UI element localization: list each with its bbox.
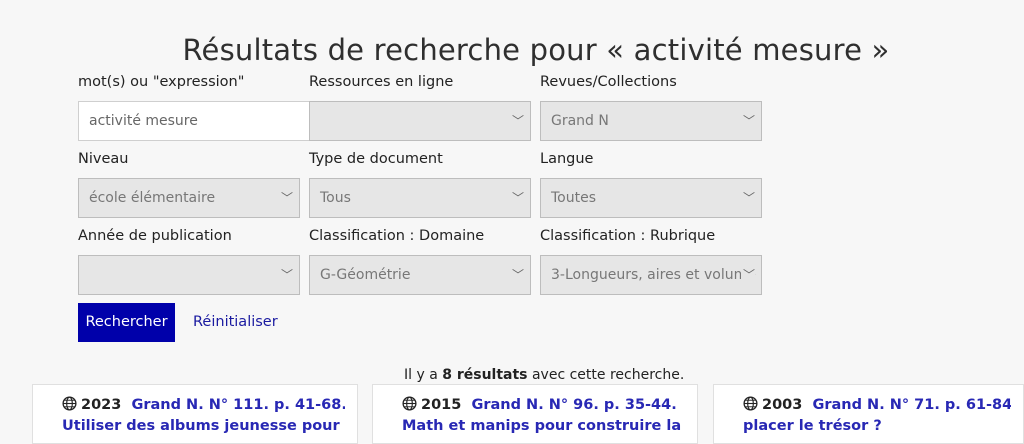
keywords-input[interactable]: activité mesure bbox=[78, 101, 310, 141]
chevron-down-icon: ﹀ bbox=[740, 256, 755, 294]
result-title[interactable]: Utiliser des albums jeunesse pour bbox=[62, 416, 345, 437]
language-value: Toutes bbox=[551, 190, 597, 206]
chevron-down-icon: ﹀ bbox=[280, 191, 293, 205]
domain-label: Classification : Domaine bbox=[309, 228, 485, 244]
chevron-down-icon: ﹀ bbox=[742, 191, 755, 205]
journals-select[interactable]: Grand N ﹀ bbox=[540, 101, 762, 141]
doctype-select[interactable]: Tous ﹀ bbox=[309, 178, 531, 218]
result-link[interactable]: Grand N. N° 96. p. 35-44. bbox=[471, 397, 676, 413]
globe-icon bbox=[743, 396, 758, 411]
result-year: 2015 bbox=[421, 397, 462, 413]
language-label: Langue bbox=[540, 151, 594, 167]
result-link[interactable]: Grand N. N° 111. p. 41-68. bbox=[131, 397, 345, 413]
journals-label: Revues/Collections bbox=[540, 74, 677, 90]
rubric-value: 3-Longueurs, aires et volume bbox=[551, 267, 756, 283]
doctype-label: Type de document bbox=[309, 151, 443, 167]
chevron-down-icon: ﹀ bbox=[511, 114, 524, 128]
reset-button[interactable]: Réinitialiser bbox=[193, 314, 278, 330]
online-resources-select[interactable]: ﹀ bbox=[309, 101, 531, 141]
globe-icon bbox=[62, 396, 77, 411]
rubric-select[interactable]: 3-Longueurs, aires et volume ﹀ bbox=[540, 255, 762, 295]
domain-select[interactable]: G-Géométrie ﹀ bbox=[309, 255, 531, 295]
level-value: école élémentaire bbox=[89, 190, 216, 206]
rubric-label: Classification : Rubrique bbox=[540, 228, 716, 244]
results-count: Il y a 8 résultats avec cette recherche. bbox=[404, 367, 684, 383]
keywords-input-placeholder: activité mesure bbox=[89, 113, 198, 129]
chevron-down-icon: ﹀ bbox=[511, 268, 524, 282]
result-card[interactable]: 2015 Grand N. N° 96. p. 35-44. Math et m… bbox=[372, 384, 698, 444]
result-title[interactable]: placer le trésor ? bbox=[743, 416, 1011, 437]
chevron-down-icon: ﹀ bbox=[511, 191, 524, 205]
online-resources-label: Ressources en ligne bbox=[309, 74, 454, 90]
chevron-down-icon: ﹀ bbox=[280, 268, 293, 282]
chevron-down-icon: ﹀ bbox=[742, 114, 755, 128]
level-label: Niveau bbox=[78, 151, 129, 167]
year-label: Année de publication bbox=[78, 228, 232, 244]
result-year: 2003 bbox=[762, 397, 803, 413]
result-card[interactable]: 2003 Grand N. N° 71. p. 61-84. Où placer… bbox=[713, 384, 1024, 444]
results-prefix: Il y a bbox=[404, 367, 443, 383]
result-year: 2023 bbox=[81, 397, 122, 413]
language-select[interactable]: Toutes ﹀ bbox=[540, 178, 762, 218]
globe-icon bbox=[402, 396, 417, 411]
search-button[interactable]: Rechercher bbox=[78, 303, 175, 342]
doctype-value: Tous bbox=[320, 190, 351, 206]
year-select[interactable]: ﹀ bbox=[78, 255, 300, 295]
results-suffix: avec cette recherche. bbox=[527, 367, 685, 383]
domain-value: G-Géométrie bbox=[320, 267, 411, 283]
results-count-value: 8 résultats bbox=[442, 367, 528, 383]
keywords-label: mot(s) ou "expression" bbox=[78, 74, 245, 90]
journals-value: Grand N bbox=[551, 113, 609, 129]
result-card[interactable]: 2023 Grand N. N° 111. p. 41-68. Utiliser… bbox=[32, 384, 358, 444]
result-title[interactable]: Math et manips pour construire la bbox=[402, 416, 685, 437]
level-select[interactable]: école élémentaire ﹀ bbox=[78, 178, 300, 218]
page-title: Résultats de recherche pour « activité m… bbox=[182, 33, 890, 68]
result-link[interactable]: Grand N. N° 71. p. 61-84. Où bbox=[812, 397, 1011, 413]
